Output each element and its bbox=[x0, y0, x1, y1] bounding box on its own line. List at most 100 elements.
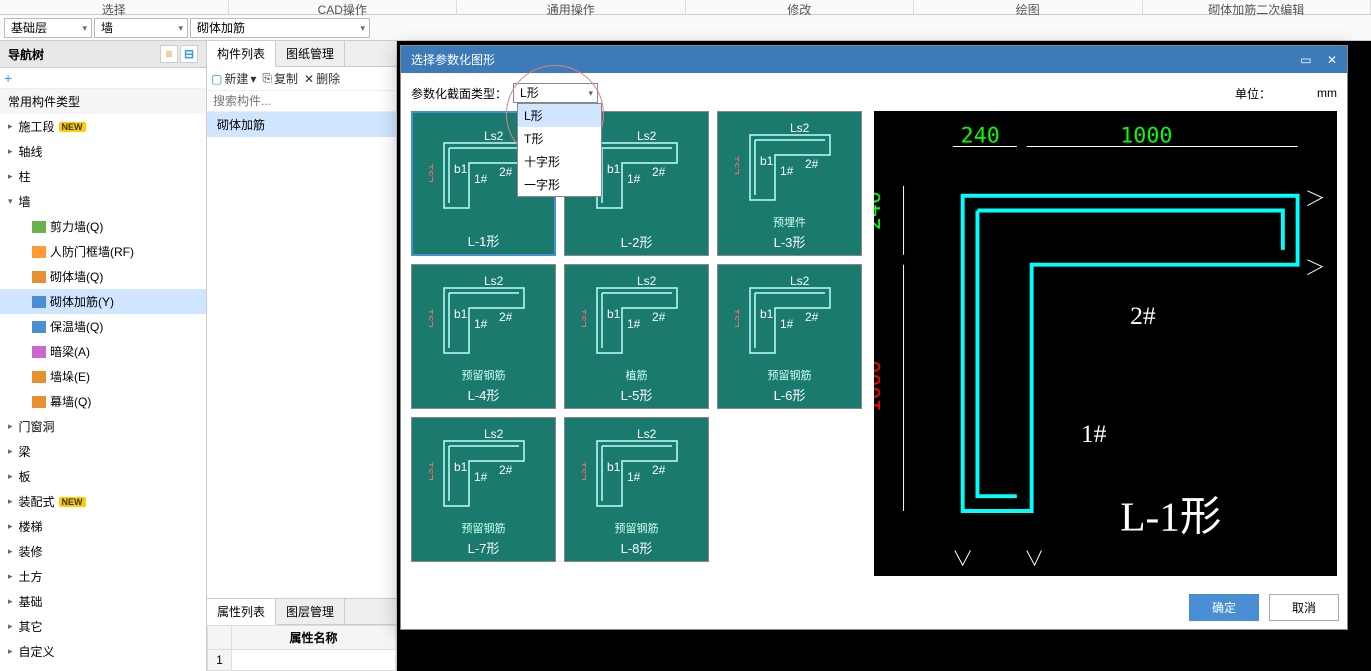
nav-group-轴线[interactable]: 轴线 bbox=[0, 139, 206, 164]
nav-group-土方[interactable]: 土方 bbox=[0, 564, 206, 589]
prop-row-1: 1 bbox=[208, 650, 232, 671]
svg-text:2#: 2# bbox=[805, 157, 819, 171]
svg-text:Ls1: Ls1 bbox=[735, 308, 742, 328]
svg-text:b1: b1 bbox=[760, 307, 774, 321]
delete-button[interactable]: ✕删除 bbox=[304, 70, 340, 87]
ribbon-group-rebar-edit[interactable]: 砌体加筋二次编辑 bbox=[1143, 0, 1371, 14]
nav-group-自定义[interactable]: 自定义 bbox=[0, 639, 206, 664]
ribbon-group-modify[interactable]: 修改 bbox=[686, 0, 915, 14]
nav-add-icon[interactable]: + bbox=[4, 70, 12, 86]
new-badge: NEW bbox=[59, 122, 86, 132]
tab-drawing-mgmt[interactable]: 图纸管理 bbox=[276, 41, 345, 66]
svg-text:2#: 2# bbox=[652, 463, 666, 477]
tab-property-list[interactable]: 属性列表 bbox=[207, 599, 276, 625]
dim-v1: 240 bbox=[874, 191, 886, 230]
svg-text:1#: 1# bbox=[474, 172, 488, 186]
svg-text:b1: b1 bbox=[607, 307, 621, 321]
thumb-L-4形[interactable]: Ls2b11#2#Ls1预留钢筋L-4形 bbox=[411, 264, 556, 409]
thumb-L-3形[interactable]: Ls2b11#2#Ls1预埋件L-3形 bbox=[717, 111, 862, 256]
svg-text:b1: b1 bbox=[760, 154, 774, 168]
new-button[interactable]: ▢新建 ▾ bbox=[211, 70, 256, 87]
ribbon-group-general[interactable]: 通用操作 bbox=[457, 0, 686, 14]
dialog-close-icon[interactable]: ✕ bbox=[1327, 53, 1337, 67]
svg-text:b1: b1 bbox=[454, 162, 468, 176]
nav-group-柱[interactable]: 柱 bbox=[0, 164, 206, 189]
dropdown-option-L形[interactable]: L形 bbox=[518, 104, 601, 127]
thumb-L-6形[interactable]: Ls2b11#2#Ls1预留钢筋L-6形 bbox=[717, 264, 862, 409]
curtain-icon bbox=[32, 396, 46, 408]
thumb-L-5形[interactable]: Ls2b11#2#Ls1植筋L-5形 bbox=[564, 264, 709, 409]
nav-group-门窗洞[interactable]: 门窗洞 bbox=[0, 414, 206, 439]
prop-col-name: 属性名称 bbox=[232, 626, 396, 650]
nav-group-板[interactable]: 板 bbox=[0, 464, 206, 489]
nav-item-幕墙(Q)[interactable]: 幕墙(Q) bbox=[0, 389, 206, 414]
svg-text:Ls2: Ls2 bbox=[637, 274, 657, 288]
nav-item-砌体加筋(Y)[interactable]: 砌体加筋(Y) bbox=[0, 289, 206, 314]
shape-name: L-1形 bbox=[1120, 494, 1221, 540]
brick-icon bbox=[32, 271, 46, 283]
unit-value: mm bbox=[1317, 86, 1337, 100]
svg-text:1#: 1# bbox=[627, 317, 641, 331]
dropdown-option-T形[interactable]: T形 bbox=[518, 127, 601, 150]
component-dropdown[interactable]: 砌体加筋 bbox=[190, 18, 370, 38]
svg-text:2#: 2# bbox=[499, 165, 513, 179]
svg-text:2#: 2# bbox=[652, 165, 666, 179]
nav-item-人防门框墙(RF)[interactable]: 人防门框墙(RF) bbox=[0, 239, 206, 264]
nav-collapse-icon[interactable]: ⊟ bbox=[180, 45, 198, 63]
section-type-dropdown[interactable]: L形 bbox=[513, 83, 598, 103]
nav-item-墙垛(E)[interactable]: 墙垛(E) bbox=[0, 364, 206, 389]
section-type-label: 参数化截面类型： bbox=[411, 85, 507, 102]
nav-common-types[interactable]: 常用构件类型 bbox=[0, 89, 206, 114]
cancel-button[interactable]: 取消 bbox=[1269, 594, 1339, 621]
svg-text:b1: b1 bbox=[454, 307, 468, 321]
component-list-item[interactable]: 砌体加筋 bbox=[207, 112, 396, 137]
search-input[interactable] bbox=[207, 91, 396, 112]
nav-group-楼梯[interactable]: 楼梯 bbox=[0, 514, 206, 539]
ribbon-group-cad[interactable]: CAD操作 bbox=[229, 0, 458, 14]
svg-text:1#: 1# bbox=[780, 317, 794, 331]
tab-layer-mgmt[interactable]: 图层管理 bbox=[276, 599, 345, 624]
nav-item-保温墙(Q)[interactable]: 保温墙(Q) bbox=[0, 314, 206, 339]
beam-icon bbox=[32, 346, 46, 358]
level-dropdown[interactable]: 基础层 bbox=[4, 18, 92, 38]
svg-text:Ls1: Ls1 bbox=[735, 155, 742, 175]
copy-button[interactable]: ⎘复制 bbox=[262, 70, 298, 87]
nav-group-装配式[interactable]: 装配式NEW bbox=[0, 489, 206, 514]
ribbon-group-select[interactable]: 选择 bbox=[0, 0, 229, 14]
svg-text:Ls1: Ls1 bbox=[582, 308, 589, 328]
nav-group-其它[interactable]: 其它 bbox=[0, 614, 206, 639]
thumb-L-8形[interactable]: Ls2b11#2#Ls1预留钢筋L-8形 bbox=[564, 417, 709, 562]
svg-text:Ls2: Ls2 bbox=[790, 121, 810, 135]
svg-text:2#: 2# bbox=[499, 310, 513, 324]
svg-text:b1: b1 bbox=[607, 162, 621, 176]
svg-text:Ls1: Ls1 bbox=[582, 461, 589, 481]
dialog-maximize-icon[interactable]: ▭ bbox=[1300, 53, 1311, 67]
category-dropdown[interactable]: 墙 bbox=[94, 18, 188, 38]
nav-group-基础[interactable]: 基础 bbox=[0, 589, 206, 614]
unit-label: 单位： bbox=[1235, 85, 1271, 102]
nav-item-剪力墙(Q)[interactable]: 剪力墙(Q) bbox=[0, 214, 206, 239]
svg-text:1#: 1# bbox=[474, 317, 488, 331]
ok-button[interactable]: 确定 bbox=[1189, 594, 1259, 621]
thumb-L-7形[interactable]: Ls2b11#2#Ls1预留钢筋L-7形 bbox=[411, 417, 556, 562]
svg-text:1#: 1# bbox=[474, 470, 488, 484]
svg-text:Ls2: Ls2 bbox=[484, 129, 504, 143]
svg-text:b1: b1 bbox=[454, 460, 468, 474]
nav-item-暗梁(A)[interactable]: 暗梁(A) bbox=[0, 339, 206, 364]
nav-group-梁[interactable]: 梁 bbox=[0, 439, 206, 464]
dropdown-option-一字形[interactable]: 一字形 bbox=[518, 173, 601, 196]
nav-list-icon[interactable]: ≡ bbox=[160, 45, 178, 63]
label-2: 2# bbox=[1130, 301, 1156, 330]
nav-panel-header: 导航树 ≡ ⊟ bbox=[0, 41, 206, 68]
nav-group-墙[interactable]: 墙 bbox=[0, 189, 206, 214]
prop-cell-1[interactable] bbox=[232, 650, 396, 671]
tab-component-list[interactable]: 构件列表 bbox=[207, 41, 276, 67]
ribbon-group-draw[interactable]: 绘图 bbox=[914, 0, 1143, 14]
nav-item-砌体墙(Q)[interactable]: 砌体墙(Q) bbox=[0, 264, 206, 289]
nav-group-施工段[interactable]: 施工段NEW bbox=[0, 114, 206, 139]
nav-group-装修[interactable]: 装修 bbox=[0, 539, 206, 564]
dropdown-option-十字形[interactable]: 十字形 bbox=[518, 150, 601, 173]
pier-icon bbox=[32, 371, 46, 383]
dim-v2: 1000 bbox=[874, 360, 886, 412]
nav-title: 导航树 bbox=[8, 46, 44, 63]
